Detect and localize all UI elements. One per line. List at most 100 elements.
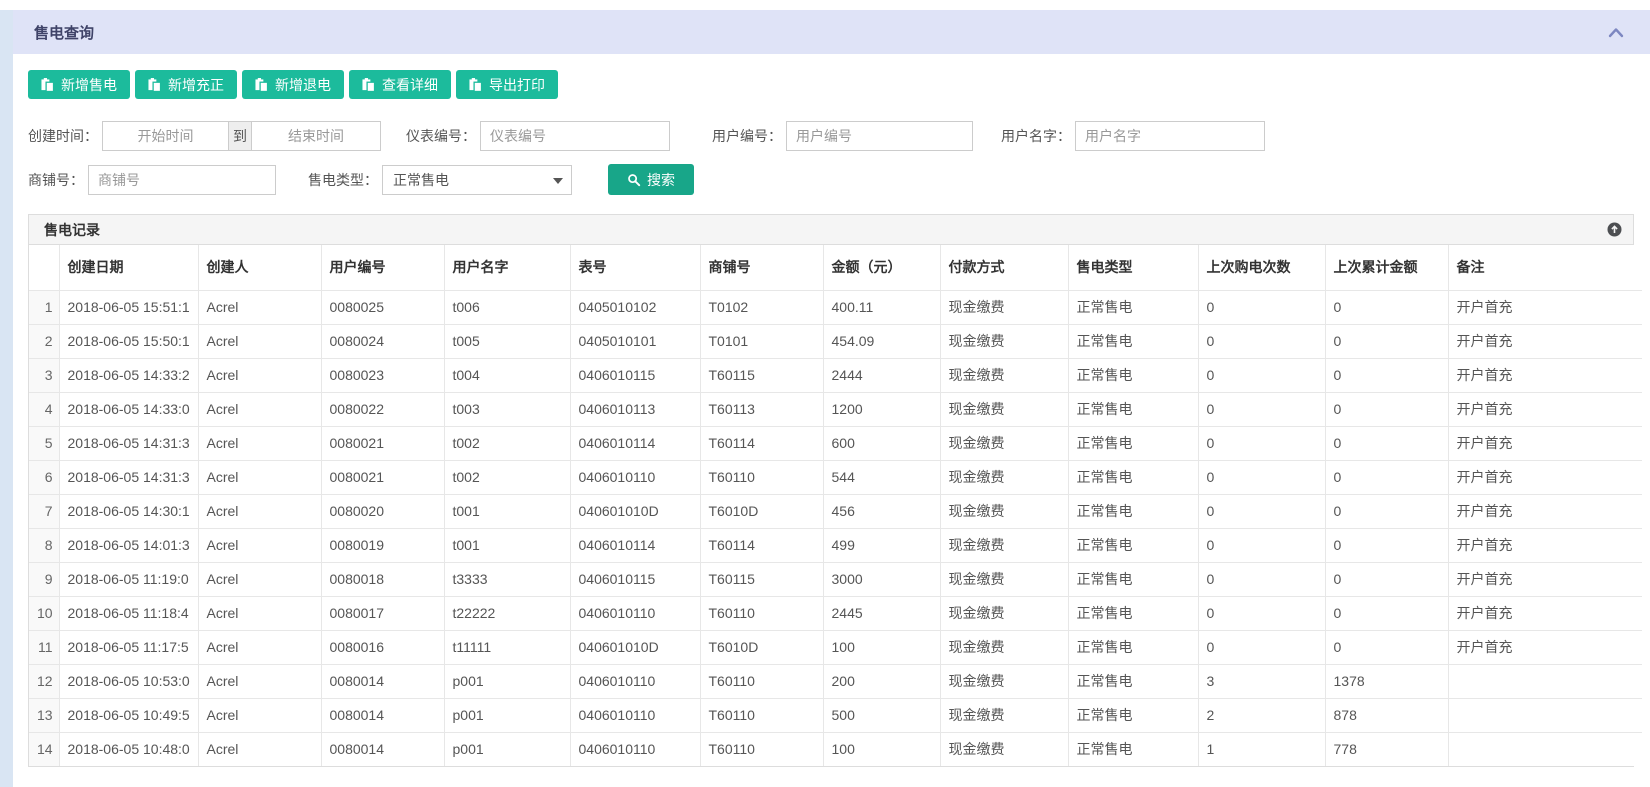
table-cell: 2018-06-05 10:53:0 — [59, 664, 198, 698]
table-cell: 499 — [823, 528, 940, 562]
export-print-button[interactable]: 导出打印 — [456, 70, 558, 99]
table-cell: 0080025 — [321, 290, 444, 324]
column-header: 创建人 — [198, 245, 321, 290]
start-time-input[interactable] — [102, 121, 229, 151]
table-row[interactable]: 112018-06-05 11:17:5Acrel0080016t1111104… — [29, 630, 1642, 664]
panel-title: 售电记录 — [44, 220, 100, 240]
table-cell: 开户首充 — [1448, 528, 1642, 562]
table-cell: T6010D — [700, 494, 823, 528]
table-cell: Acrel — [198, 698, 321, 732]
table-cell: 1 — [1198, 732, 1325, 766]
table-cell: 2444 — [823, 358, 940, 392]
table-cell: 正常售电 — [1068, 426, 1198, 460]
table-cell: 600 — [823, 426, 940, 460]
table-cell: Acrel — [198, 324, 321, 358]
table-row[interactable]: 82018-06-05 14:01:3Acrel0080019t00104060… — [29, 528, 1642, 562]
table-cell: t004 — [444, 358, 570, 392]
sale-type-select[interactable]: 正常售电 — [382, 165, 572, 195]
row-index-cell: 6 — [29, 460, 59, 494]
table-cell: 0 — [1325, 426, 1448, 460]
row-index-cell: 12 — [29, 664, 59, 698]
add-sale-label: 新增售电 — [61, 75, 117, 95]
table-cell: 0 — [1198, 494, 1325, 528]
end-time-input[interactable] — [251, 121, 381, 151]
created-time-label: 创建时间： — [28, 126, 98, 146]
column-header: 售电类型 — [1068, 245, 1198, 290]
table-row[interactable]: 142018-06-05 10:48:0Acrel0080014p0010406… — [29, 732, 1642, 766]
table-cell: 现金缴费 — [940, 562, 1068, 596]
table-cell: T6010D — [700, 630, 823, 664]
table-cell: 0406010114 — [570, 426, 700, 460]
add-sale-button[interactable]: 新增售电 — [28, 70, 130, 99]
table-cell: 1200 — [823, 392, 940, 426]
add-refund-button[interactable]: 新增退电 — [242, 70, 344, 99]
user-no-label: 用户编号： — [712, 126, 782, 146]
table-cell: T60115 — [700, 358, 823, 392]
shop-no-input[interactable] — [88, 165, 276, 195]
table-cell — [1448, 698, 1642, 732]
left-sidebar-strip — [0, 10, 13, 787]
table-cell: T0102 — [700, 290, 823, 324]
sale-type-label: 售电类型： — [308, 170, 378, 190]
table-cell: t001 — [444, 494, 570, 528]
table-cell: 2018-06-05 15:51:1 — [59, 290, 198, 324]
table-row[interactable]: 32018-06-05 14:33:2Acrel0080023t00404060… — [29, 358, 1642, 392]
table-cell: 0406010110 — [570, 664, 700, 698]
table-row[interactable]: 22018-06-05 15:50:1Acrel0080024t00504050… — [29, 324, 1642, 358]
table-cell: t3333 — [444, 562, 570, 596]
table-cell: 开户首充 — [1448, 630, 1642, 664]
column-header: 表号 — [570, 245, 700, 290]
table-cell: 现金缴费 — [940, 494, 1068, 528]
table-row[interactable]: 42018-06-05 14:33:0Acrel0080022t00304060… — [29, 392, 1642, 426]
table-cell: 正常售电 — [1068, 494, 1198, 528]
user-no-input[interactable] — [786, 121, 973, 151]
add-recharge-button[interactable]: 新增充正 — [135, 70, 237, 99]
row-index-cell: 7 — [29, 494, 59, 528]
table-cell: 0406010113 — [570, 392, 700, 426]
table-cell: Acrel — [198, 528, 321, 562]
row-index-cell: 8 — [29, 528, 59, 562]
table-row[interactable]: 102018-06-05 11:18:4Acrel0080017t2222204… — [29, 596, 1642, 630]
table-cell: 现金缴费 — [940, 324, 1068, 358]
table-cell — [1448, 664, 1642, 698]
sale-type-value: 正常售电 — [393, 170, 449, 190]
table-row[interactable]: 72018-06-05 14:30:1Acrel0080020t00104060… — [29, 494, 1642, 528]
column-header: 金额（元） — [823, 245, 940, 290]
paste-icon — [255, 78, 268, 92]
table-row[interactable]: 12018-06-05 15:51:1Acrel0080025t00604050… — [29, 290, 1642, 324]
search-button[interactable]: 搜索 — [608, 164, 694, 195]
table-row[interactable]: 92018-06-05 11:19:0Acrel0080018t33330406… — [29, 562, 1642, 596]
meter-no-label: 仪表编号： — [406, 126, 476, 146]
table-cell: 0080016 — [321, 630, 444, 664]
table-cell: 2445 — [823, 596, 940, 630]
table-cell: 0 — [1325, 528, 1448, 562]
table-cell: 0 — [1325, 494, 1448, 528]
table-cell: 0 — [1198, 460, 1325, 494]
table-cell: p001 — [444, 664, 570, 698]
column-header: 用户编号 — [321, 245, 444, 290]
table-cell: 0 — [1198, 528, 1325, 562]
table-cell: T60110 — [700, 698, 823, 732]
table-cell: 2018-06-05 11:18:4 — [59, 596, 198, 630]
table-row[interactable]: 52018-06-05 14:31:3Acrel0080021t00204060… — [29, 426, 1642, 460]
table-cell: 400.11 — [823, 290, 940, 324]
table-cell: 454.09 — [823, 324, 940, 358]
table-cell: 0 — [1198, 630, 1325, 664]
meter-no-input[interactable] — [480, 121, 670, 151]
row-index-cell: 10 — [29, 596, 59, 630]
collapse-panel-button[interactable] — [1607, 222, 1622, 237]
table-cell: 0 — [1198, 290, 1325, 324]
column-header: 上次购电次数 — [1198, 245, 1325, 290]
table-row[interactable]: 62018-06-05 14:31:3Acrel0080021t00204060… — [29, 460, 1642, 494]
table-cell: 现金缴费 — [940, 698, 1068, 732]
table-cell: 0 — [1198, 426, 1325, 460]
chevron-up-icon[interactable] — [1608, 27, 1624, 38]
table-cell: 正常售电 — [1068, 358, 1198, 392]
view-detail-button[interactable]: 查看详细 — [349, 70, 451, 99]
table-row[interactable]: 122018-06-05 10:53:0Acrel0080014p0010406… — [29, 664, 1642, 698]
table-row[interactable]: 132018-06-05 10:49:5Acrel0080014p0010406… — [29, 698, 1642, 732]
table-cell: 0 — [1325, 324, 1448, 358]
user-name-input[interactable] — [1075, 121, 1265, 151]
table-cell: T60114 — [700, 528, 823, 562]
row-index-cell: 14 — [29, 732, 59, 766]
